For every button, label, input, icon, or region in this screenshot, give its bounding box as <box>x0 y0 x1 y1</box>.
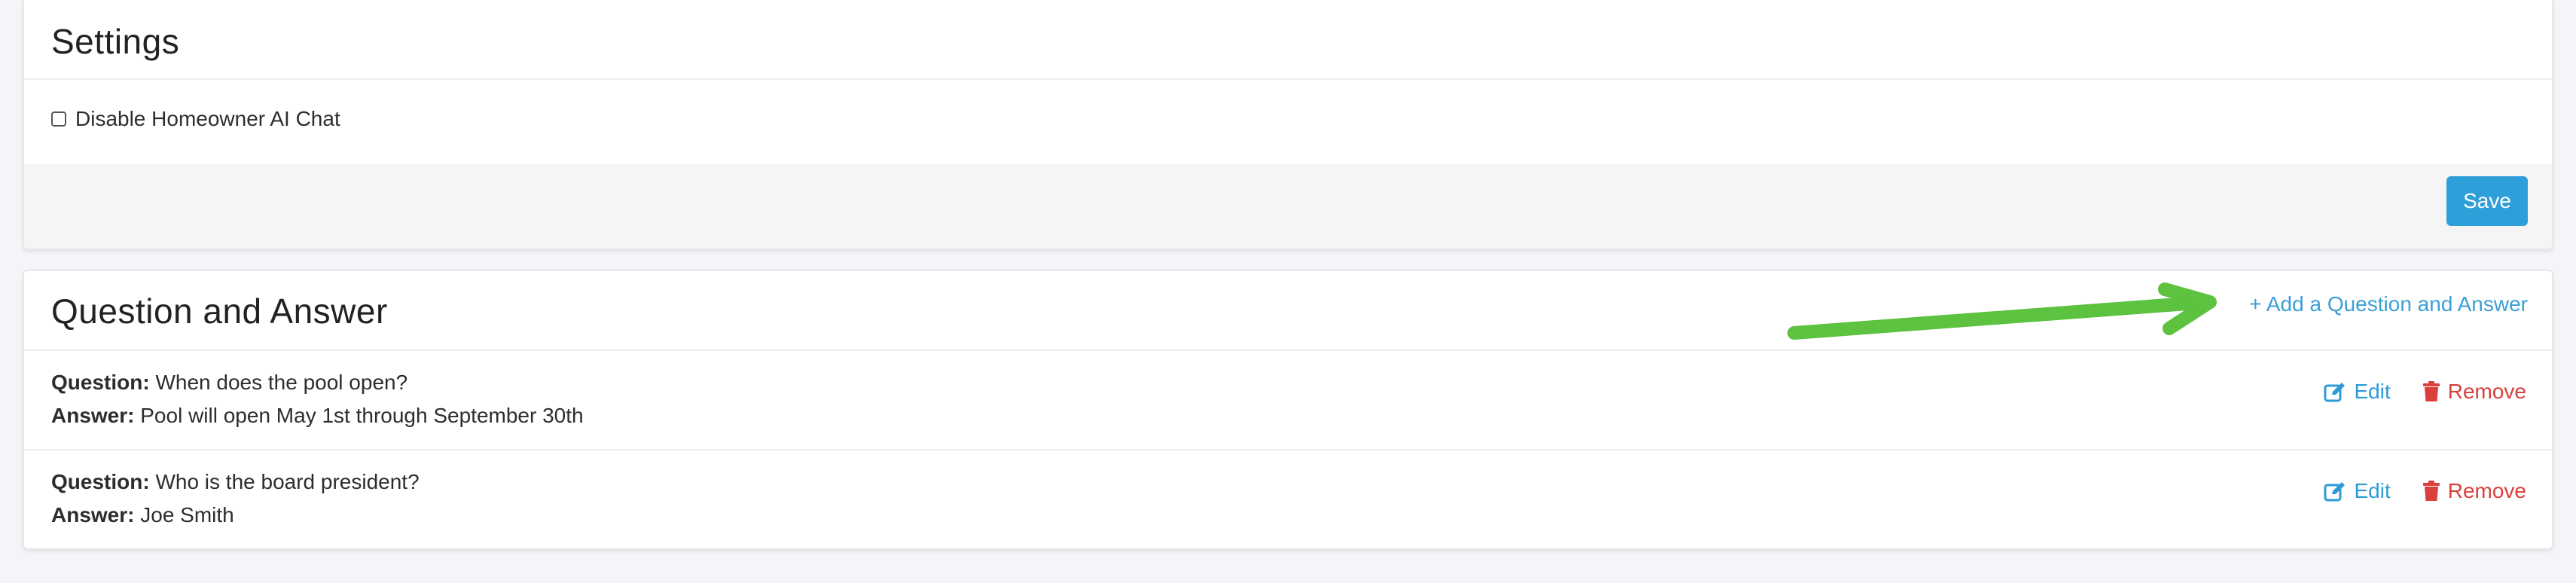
save-button[interactable]: Save <box>2446 176 2528 226</box>
question-key: Question: <box>51 470 150 493</box>
settings-title: Settings <box>51 22 180 61</box>
settings-body: Disable Homeowner AI Chat <box>24 80 2552 166</box>
trash-icon <box>2422 381 2440 401</box>
question-text: Who is the board president? <box>155 470 420 493</box>
question-text: When does the pool open? <box>155 371 408 394</box>
edit-label: Edit <box>2354 380 2391 403</box>
edit-icon <box>2324 383 2346 402</box>
answer-text: Joe Smith <box>140 503 234 527</box>
edit-button[interactable]: Edit <box>2324 380 2391 404</box>
row-actions: Edit Remove <box>2324 380 2526 404</box>
question-key: Question: <box>51 371 150 394</box>
answer-key: Answer: <box>51 404 135 427</box>
remove-label: Remove <box>2447 479 2526 502</box>
settings-panel: Settings Disable Homeowner AI Chat Save <box>23 0 2553 250</box>
settings-header: Settings <box>24 0 2552 80</box>
qa-row: Question: When does the pool open? Answe… <box>24 351 2552 450</box>
remove-button[interactable]: Remove <box>2422 479 2526 503</box>
disable-ai-chat-option[interactable]: Disable Homeowner AI Chat <box>51 107 340 131</box>
add-question-link[interactable]: + Add a Question and Answer <box>2249 292 2528 316</box>
answer-key: Answer: <box>51 503 135 527</box>
qa-header: Question and Answer + Add a Question and… <box>24 271 2552 351</box>
settings-footer: Save <box>24 164 2552 249</box>
qa-title: Question and Answer <box>51 292 388 331</box>
answer-line: Answer: Joe Smith <box>51 503 234 527</box>
edit-button[interactable]: Edit <box>2324 479 2391 503</box>
row-actions: Edit Remove <box>2324 479 2526 503</box>
edit-label: Edit <box>2354 479 2391 502</box>
question-line: Question: When does the pool open? <box>51 371 407 395</box>
disable-ai-chat-label: Disable Homeowner AI Chat <box>75 107 340 130</box>
qa-row: Question: Who is the board president? An… <box>24 450 2552 548</box>
trash-icon <box>2422 481 2440 501</box>
answer-text: Pool will open May 1st through September… <box>140 404 584 427</box>
remove-label: Remove <box>2447 380 2526 403</box>
remove-button[interactable]: Remove <box>2422 380 2526 404</box>
edit-icon <box>2324 482 2346 502</box>
qa-panel: Question and Answer + Add a Question and… <box>23 270 2553 550</box>
question-line: Question: Who is the board president? <box>51 470 420 494</box>
disable-ai-chat-checkbox[interactable] <box>51 111 66 127</box>
answer-line: Answer: Pool will open May 1st through S… <box>51 404 584 428</box>
